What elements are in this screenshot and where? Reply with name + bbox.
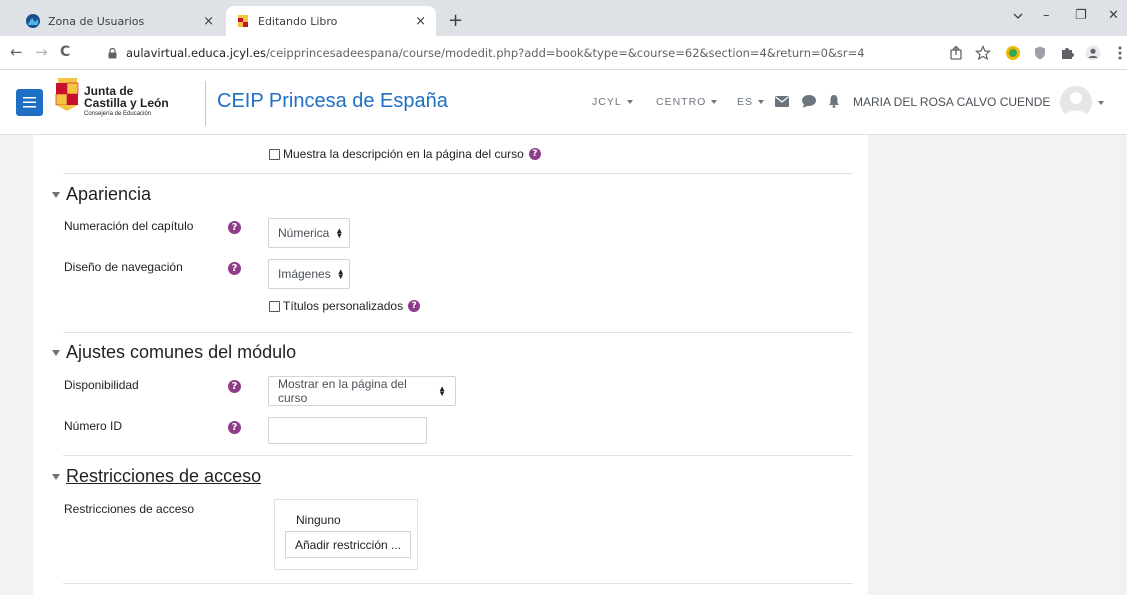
section-restrictions-title[interactable]: Restricciones de acceso — [66, 466, 261, 487]
navbar-divider — [205, 81, 206, 126]
jcyl-crest-icon — [55, 78, 79, 111]
show-description-checkbox[interactable]: Muestra la descripción en la página del … — [269, 147, 541, 161]
user-avatar-icon — [1064, 92, 1088, 118]
section-common-settings-title: Ajustes comunes del módulo — [66, 342, 297, 362]
show-description-label: Muestra la descripción en la página del … — [283, 147, 524, 161]
restore-button[interactable]: ❐ — [1075, 8, 1087, 23]
navigation-design-label: Diseño de navegación — [64, 260, 183, 274]
help-question-icon[interactable]: ? — [228, 421, 241, 434]
page: Junta de Castilla y León Consejería de E… — [0, 70, 1127, 595]
menu-jcyl[interactable]: JCYL — [592, 96, 633, 108]
chapter-numbering-select[interactable]: Númerica ▲ ▼ — [268, 218, 350, 248]
url-host: aulavirtual.educa.jcyl.es — [126, 46, 266, 60]
section-restrictions-toggle[interactable]: Restricciones de acceso — [52, 466, 261, 487]
select-arrows-icon: ▲ ▼ — [335, 226, 344, 240]
restrictions-box: Ninguno Añadir restricción ... — [274, 499, 418, 570]
navigation-design-value: Imágenes — [278, 267, 331, 281]
id-number-input[interactable] — [268, 417, 427, 444]
id-number-label: Número ID — [64, 419, 123, 433]
collapse-triangle-icon — [52, 473, 60, 480]
new-tab-button[interactable]: + — [448, 12, 463, 30]
jcyl-logo[interactable]: Junta de Castilla y León Consejería de E… — [55, 76, 205, 128]
menu-centro[interactable]: CENTRO — [656, 96, 718, 108]
section-divider — [63, 332, 853, 333]
availability-value: Mostrar en la página del curso — [278, 377, 407, 405]
restrictions-label: Restricciones de acceso — [64, 502, 195, 516]
section-divider — [63, 583, 853, 584]
section-apariencia-title: Apariencia — [66, 184, 152, 204]
close-window-button[interactable]: ✕ — [1108, 8, 1119, 23]
user-name[interactable]: MARIA DEL ROSA CALVO CUENDE — [853, 95, 1050, 109]
add-restriction-button[interactable]: Añadir restricción ... — [285, 531, 411, 558]
select-arrows-icon: ▲ ▼ — [336, 267, 345, 281]
caret-down-icon — [758, 100, 765, 104]
help-question-icon[interactable]: ? — [228, 262, 241, 275]
section-divider — [63, 455, 853, 456]
availability-label: Disponibilidad — [64, 378, 139, 392]
hamburger-menu-icon — [23, 97, 36, 108]
navigation-design-select[interactable]: Imágenes ▲ ▼ — [268, 259, 350, 289]
tab-title: Zona de Usuarios — [48, 14, 145, 28]
minimize-button[interactable]: – — [1043, 8, 1050, 23]
chapter-numbering-label: Numeración del capítulo — [64, 219, 194, 233]
menu-language[interactable]: ES — [737, 96, 765, 108]
collapse-triangle-icon — [52, 349, 60, 356]
caret-down-icon — [626, 100, 633, 104]
messages-envelope-icon[interactable] — [775, 96, 789, 107]
browser-tabstrip: Zona de Usuarios × Editando Libro × + – … — [0, 0, 1127, 36]
caret-down-icon — [711, 100, 718, 104]
checkbox-box[interactable] — [269, 300, 280, 312]
section-apariencia-toggle[interactable]: Apariencia — [52, 184, 151, 205]
help-question-icon[interactable]: ? — [228, 380, 241, 393]
notifications-bell-icon[interactable] — [828, 94, 840, 108]
url-path: /ceipprincesadeespana/course/modedit.php… — [265, 46, 865, 60]
browser-menu-icon[interactable] — [1112, 45, 1127, 61]
help-question-icon[interactable]: ? — [528, 148, 541, 160]
browser-toolbar: ← → C aulavirtual.educa.jcyl.es/ceipprin… — [0, 36, 1127, 70]
chat-bubble-icon[interactable] — [802, 95, 816, 108]
site-navbar: Junta de Castilla y León Consejería de E… — [0, 70, 1127, 135]
section-common-settings-toggle[interactable]: Ajustes comunes del módulo — [52, 342, 296, 363]
help-question-icon[interactable]: ? — [228, 221, 241, 234]
menu-centro-label: CENTRO — [656, 96, 707, 108]
custom-titles-label: Títulos personalizados — [283, 299, 404, 313]
lock-icon — [108, 47, 117, 58]
section-divider — [63, 173, 853, 174]
drawer-toggle-button[interactable] — [16, 89, 43, 116]
select-arrows-icon: ▲ ▼ — [438, 384, 446, 398]
user-menu-caret-icon[interactable] — [1098, 101, 1104, 105]
help-question-icon[interactable]: ? — [408, 300, 421, 312]
site-name-link[interactable]: CEIP Princesa de España — [217, 90, 448, 113]
logo-line-2: Castilla y León — [84, 96, 169, 110]
jcyl-crest-favicon-icon — [238, 15, 248, 27]
logo-line-3: Consejería de Educación — [84, 111, 152, 117]
chapter-numbering-value: Númerica — [278, 226, 330, 240]
restrictions-none: Ninguno — [296, 513, 341, 527]
address-bar[interactable]: aulavirtual.educa.jcyl.es/ceipprincesade… — [108, 41, 928, 65]
tab-zona-de-usuarios[interactable]: Zona de Usuarios × — [16, 6, 224, 36]
extension-shield-icon[interactable] — [1032, 45, 1048, 61]
custom-titles-checkbox[interactable]: Títulos personalizados ? — [269, 299, 421, 313]
menu-jcyl-label: JCYL — [592, 96, 622, 108]
tab-editando-libro[interactable]: Editando Libro × — [226, 6, 436, 36]
extension-circle-icon[interactable] — [1005, 45, 1021, 61]
extensions-puzzle-icon[interactable] — [1059, 45, 1075, 61]
checkbox-box[interactable] — [269, 148, 280, 160]
reload-button[interactable]: C — [60, 44, 70, 60]
back-button[interactable]: ← — [10, 44, 23, 60]
user-avatar[interactable] — [1060, 86, 1092, 118]
bookmark-star-icon[interactable] — [975, 45, 991, 61]
profile-icon[interactable] — [1085, 45, 1101, 61]
site-favicon-icon — [26, 14, 40, 28]
forward-button[interactable]: → — [35, 44, 48, 60]
share-icon[interactable] — [948, 45, 964, 61]
tab-search-chevron-icon[interactable] — [1013, 12, 1023, 20]
form-content: Muestra la descripción en la página del … — [33, 135, 868, 595]
menu-language-label: ES — [737, 96, 754, 108]
collapse-triangle-icon — [52, 191, 60, 198]
tab-close-icon[interactable]: × — [415, 14, 426, 29]
availability-select[interactable]: Mostrar en la página del curso ▲ ▼ — [268, 376, 456, 406]
tab-close-icon[interactable]: × — [203, 14, 214, 29]
tab-title: Editando Libro — [258, 14, 338, 28]
